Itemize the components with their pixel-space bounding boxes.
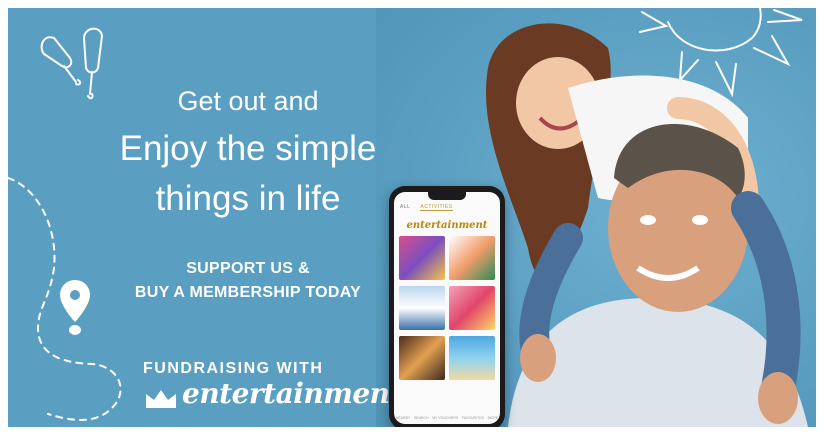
entertainment-logo[interactable]: entertainment. xyxy=(144,377,412,410)
nav-my-vouchers[interactable]: MY VOUCHERS xyxy=(432,416,458,420)
tile-fashion[interactable] xyxy=(449,286,495,330)
app-bottom-nav: NEARBY SEARCH MY VOUCHERS FAVOURITES MOR… xyxy=(394,416,500,420)
phone-mockup: ALL ACTIVITIES entertainment NEARBY SEAR… xyxy=(389,186,505,427)
nav-search[interactable]: SEARCH xyxy=(414,416,429,420)
app-tabs: ALL ACTIVITIES xyxy=(400,204,453,211)
headline-line-1: Get out and xyxy=(177,86,319,116)
tile-shopping[interactable] xyxy=(399,236,445,280)
tab-all[interactable]: ALL xyxy=(400,204,410,211)
tab-activities[interactable]: ACTIVITIES xyxy=(420,204,453,211)
tile-movies[interactable] xyxy=(399,336,445,380)
headline-line-3: things in life xyxy=(155,179,341,218)
fundraising-label: FUNDRAISING WITH xyxy=(143,360,324,377)
location-pin-icon xyxy=(60,280,90,335)
tile-travel[interactable] xyxy=(399,286,445,330)
app-screen: ALL ACTIVITIES entertainment NEARBY SEAR… xyxy=(394,192,500,424)
ad-banner[interactable]: Get out and Enjoy the simple things in l… xyxy=(8,8,816,427)
cta-line-1[interactable]: SUPPORT US & xyxy=(88,260,408,278)
cta-line-2[interactable]: BUY A MEMBERSHIP TODAY xyxy=(88,284,408,302)
nav-more[interactable]: MORE xyxy=(488,416,499,420)
brand-name: entertainment. xyxy=(182,377,412,410)
phone-notch xyxy=(428,192,466,200)
headline-line-2: Enjoy the simple xyxy=(119,129,377,168)
tile-dining[interactable] xyxy=(449,236,495,280)
nav-nearby[interactable]: NEARBY xyxy=(396,416,410,420)
app-logo: entertainment xyxy=(406,220,488,231)
nav-favourites[interactable]: FAVOURITES xyxy=(462,416,484,420)
tile-holiday[interactable] xyxy=(449,336,495,380)
crown-icon xyxy=(146,390,176,408)
